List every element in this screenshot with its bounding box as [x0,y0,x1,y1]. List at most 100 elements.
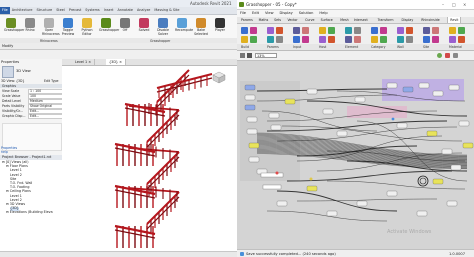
gh-tab-params[interactable]: Params [239,17,255,23]
gh-component-icon[interactable] [345,36,352,43]
ribbon-button-grasshopper[interactable]: Grasshopper [4,18,24,33]
gh-component-icon[interactable] [371,27,378,34]
properties-group-graphics[interactable]: Graphics [0,84,62,88]
gh-component-icon[interactable] [397,27,404,34]
ribbon-tab-file[interactable]: File [0,7,10,14]
ribbon-button-solved[interactable]: Solved [137,18,151,33]
ribbon-tab-insert[interactable]: Insert [102,7,116,14]
gh-component-icon[interactable] [319,36,326,43]
gh-tab-surface[interactable]: Surface [319,17,335,23]
gh-component-icon[interactable] [276,36,283,43]
3d-viewport[interactable] [62,66,237,251]
gh-component-icon[interactable] [423,36,430,43]
gh-tab-display[interactable]: Display [400,17,416,23]
menu-view[interactable]: View [262,10,277,17]
ribbon-tab-systems[interactable]: Systems [83,7,101,14]
gh-category-label[interactable]: Wall [397,45,404,49]
gh-component-icon[interactable] [319,27,326,34]
gh-component-icon[interactable] [380,27,387,34]
ribbon-button-grasshopper[interactable]: Grasshopper [99,18,119,33]
browser-tree-item[interactable]: ⊟ Elevations (Building Eleva [6,211,53,215]
ribbon-tab-steel[interactable]: Steel [54,7,67,14]
gh-canvas[interactable]: Activate Windows [237,61,474,249]
gh-category-label[interactable]: Input [293,45,301,49]
gh-component-icon[interactable] [354,36,361,43]
gh-category-label[interactable]: Category [371,45,386,49]
ribbon-button-rhino[interactable]: Rhino [23,18,37,33]
maximize-icon[interactable]: □ [452,2,456,7]
view-tab-level-1[interactable]: Level 1 × [72,59,96,65]
gh-tab-transform[interactable]: Transform [376,17,396,23]
ribbon-tab-massing[interactable]: Massing & Site [152,7,181,14]
gh-category-label[interactable]: Params [267,45,279,49]
open-file-icon[interactable] [240,53,245,58]
gh-component-icon[interactable] [406,36,413,43]
gh-component-icon[interactable] [458,27,465,34]
gh-tab-vector[interactable]: Vector [286,17,300,23]
gh-tab-maths[interactable]: Maths [257,17,271,23]
gh-component-icon[interactable] [328,36,335,43]
minimize-icon[interactable]: – [442,2,444,7]
gh-component-icon[interactable] [293,27,300,34]
gh-tab-sets[interactable]: Sets [272,17,283,23]
ribbon-tab-analyze[interactable]: Analyze [135,7,152,14]
menu-help[interactable]: Help [316,10,330,17]
gh-category-label[interactable]: Build [241,45,249,49]
gh-component-icon[interactable] [250,27,257,34]
gh-component-icon[interactable] [241,36,248,43]
properties-help-link[interactable]: Properties help [1,146,17,154]
gh-tab-revit[interactable]: Revit [447,17,462,23]
menu-display[interactable]: Display [277,10,296,17]
gh-category-label[interactable]: Site [423,45,429,49]
gh-component-icon[interactable] [354,27,361,34]
close-icon[interactable]: × [463,2,466,7]
display-mode-icon[interactable] [445,53,450,58]
gh-tab-intersect[interactable]: Intersect [352,17,370,23]
modify-label[interactable]: Modify [2,44,13,48]
gh-tab-rhinoinside[interactable]: Rhinoinside [419,17,442,23]
property-value[interactable]: Edit... [28,114,63,119]
gh-component-icon[interactable] [241,27,248,34]
gh-component-icon[interactable] [345,27,352,34]
ribbon-tab-architecture[interactable]: Architecture [10,7,35,14]
ribbon-tab-structure[interactable]: Structure [34,7,54,14]
ribbon-tab-precast[interactable]: Precast [67,7,83,14]
gh-tab-curve[interactable]: Curve [303,17,316,23]
gh-component-icon[interactable] [380,36,387,43]
gh-component-icon[interactable] [250,36,257,43]
gh-component-icon[interactable] [449,36,456,43]
gh-component-icon[interactable] [432,27,439,34]
gh-component-icon[interactable] [449,27,456,34]
menu-file[interactable]: File [237,10,249,17]
gh-tab-mesh[interactable]: Mesh [338,17,350,23]
preview-mode-icon[interactable] [437,53,442,58]
ribbon-button-python-editor[interactable]: Python Editor [80,18,94,36]
gh-category-label[interactable]: Element [345,45,358,49]
menu-solution[interactable]: Solution [296,10,317,17]
sketch-icon[interactable] [453,53,458,58]
ribbon-button-open-rhinoceros[interactable]: Open Rhinoceros [42,18,60,36]
save-icon[interactable] [247,53,252,58]
gh-component-icon[interactable] [267,36,274,43]
ribbon-button-bake-selected[interactable]: Bake Selected [194,18,208,36]
ribbon-button-player[interactable]: Player [213,18,227,33]
zoom-field[interactable]: 13% [255,52,277,58]
properties-selector[interactable]: 3D View: {3D} [1,79,25,83]
gh-component-icon[interactable] [276,27,283,34]
edit-type-button[interactable]: Edit Type [44,79,59,83]
ribbon-button-recompute[interactable]: Recompute [175,18,193,33]
gh-component-icon[interactable] [328,27,335,34]
gh-component-icon[interactable] [302,36,309,43]
gh-category-label[interactable]: Host [319,45,326,49]
gh-component-icon[interactable] [293,36,300,43]
view-tab-3d[interactable]: {3D} × [106,59,127,65]
gh-component-icon[interactable] [302,27,309,34]
viewcube-icon[interactable] [210,70,228,84]
ribbon-tab-annotate[interactable]: Annotate [115,7,135,14]
ribbon-button-toggle-preview[interactable]: Toggle Preview [61,18,75,36]
ribbon-button-off[interactable]: Off [118,18,132,33]
gh-component-icon[interactable] [267,27,274,34]
gh-component-icon[interactable] [371,36,378,43]
ribbon-button-disable-solver[interactable]: Disable Solver [156,18,170,36]
menu-edit[interactable]: Edit [249,10,262,17]
